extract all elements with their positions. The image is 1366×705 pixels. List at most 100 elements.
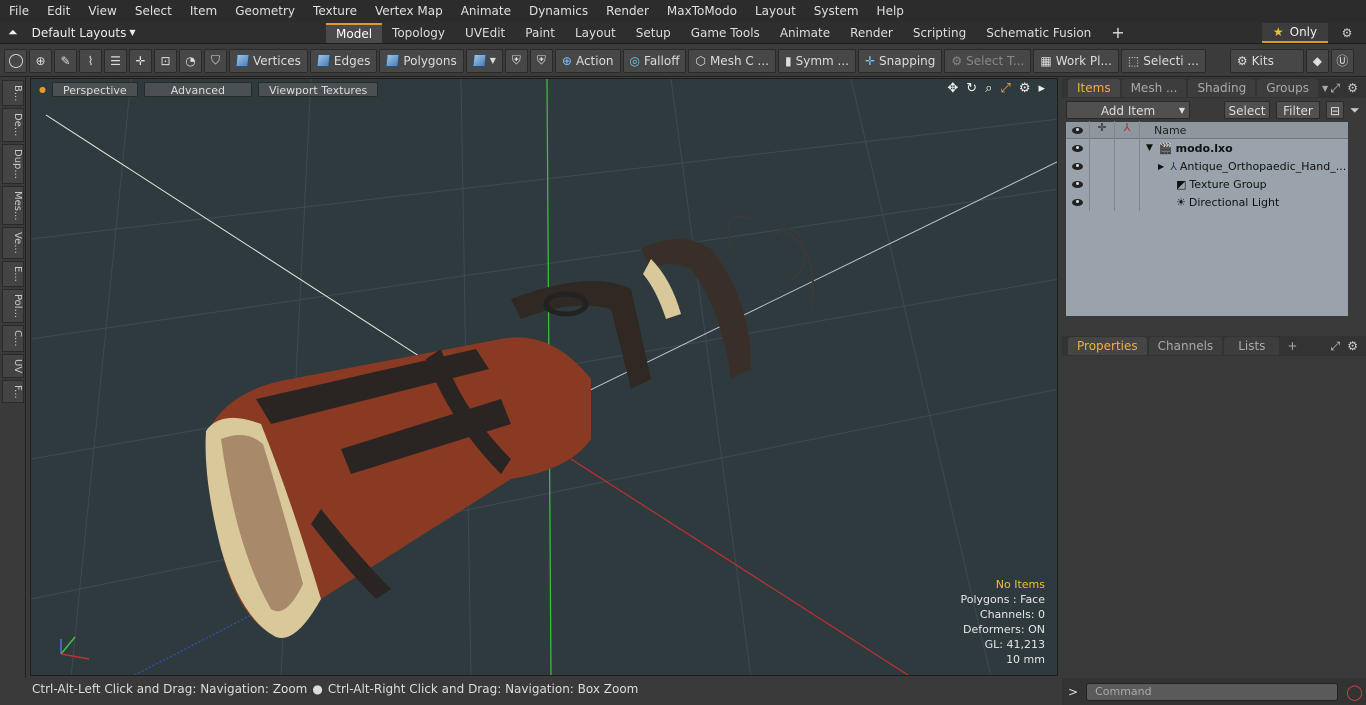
expand-arrow-icon[interactable]: ▼ xyxy=(1146,143,1153,153)
gear-icon[interactable]: ⚙ xyxy=(1347,339,1358,353)
perspective-button[interactable]: Perspective xyxy=(51,81,138,97)
eye-icon[interactable] xyxy=(1066,193,1090,211)
gear-icon[interactable]: ⚙ xyxy=(1019,81,1031,96)
tab-animate[interactable]: Animate xyxy=(770,23,840,43)
command-input[interactable]: Command xyxy=(1086,682,1339,701)
layouts-dropdown[interactable]: ⏶ Default Layouts ▼ xyxy=(0,22,326,44)
tab-render[interactable]: Render xyxy=(840,23,903,43)
record-icon[interactable]: ◯ xyxy=(1346,683,1363,701)
expand-arrow-icon[interactable]: ▶ xyxy=(1158,162,1164,171)
tab-game-tools[interactable]: Game Tools xyxy=(681,23,770,43)
select-button[interactable]: Select xyxy=(1224,101,1270,119)
add-item-button[interactable]: Add Item ▼ xyxy=(1066,101,1190,119)
unity-button[interactable]: ◆ xyxy=(1305,48,1329,73)
menu-view[interactable]: View xyxy=(79,0,125,22)
menu-render[interactable]: Render xyxy=(597,0,658,22)
menu-layout[interactable]: Layout xyxy=(746,0,805,22)
kits-button[interactable]: ⚙ Kits xyxy=(1229,48,1304,73)
left-tab-curve[interactable]: C... xyxy=(2,324,24,352)
eye-icon[interactable] xyxy=(1066,157,1090,175)
list-item[interactable]: ☀ Directional Light xyxy=(1066,193,1348,211)
left-tab-polygon[interactable]: Pol... xyxy=(2,288,24,323)
edges-button[interactable]: Edges xyxy=(309,48,378,73)
triangle-right-icon[interactable]: ▸ xyxy=(1038,81,1045,96)
tab-lists[interactable]: Lists xyxy=(1224,337,1280,355)
tab-shading[interactable]: Shading xyxy=(1188,79,1256,97)
expand-icon[interactable]: ⤢ xyxy=(1330,339,1340,354)
rotate-button[interactable]: ◔ xyxy=(179,48,202,73)
globe-button[interactable]: ⊕ xyxy=(29,48,52,73)
chevron-down-icon[interactable]: ▼ xyxy=(1322,84,1328,93)
list-item[interactable]: ▶ ⅄ Antique_Orthopaedic_Hand_... xyxy=(1066,157,1348,175)
polygons-button[interactable]: Polygons xyxy=(379,48,464,73)
symmetry-button[interactable]: ▮ Symm ... xyxy=(778,48,856,73)
tab-mesh[interactable]: Mesh ... xyxy=(1121,79,1187,97)
expand-icon[interactable]: ⤢ xyxy=(1330,81,1340,96)
menu-help[interactable]: Help xyxy=(868,0,913,22)
gear-icon[interactable]: ⚙ xyxy=(1347,81,1358,95)
tab-uvedit[interactable]: UVEdit xyxy=(455,23,515,43)
menu-geometry[interactable]: Geometry xyxy=(226,0,304,22)
symmetry-a-button[interactable]: ⛨ xyxy=(504,48,528,73)
select-through-button[interactable]: ⚙ Select T... xyxy=(944,48,1032,73)
menu-select[interactable]: Select xyxy=(126,0,181,22)
mesh-constraint-button[interactable]: ⬡ Mesh C ... xyxy=(688,48,776,73)
tab-model[interactable]: Model xyxy=(326,22,383,43)
menu-vertex-map[interactable]: Vertex Map xyxy=(366,0,452,22)
add-tab-icon[interactable]: + xyxy=(1101,23,1134,43)
left-tab-vertex[interactable]: Ve... xyxy=(2,227,24,260)
zoom-view-icon[interactable]: ⌕ xyxy=(985,81,992,96)
transform-button[interactable]: ✛ xyxy=(129,48,152,73)
tab-properties[interactable]: Properties xyxy=(1068,337,1147,355)
left-tab-deform[interactable]: De... xyxy=(2,108,24,142)
gear-icon[interactable]: ⚙ xyxy=(1334,23,1360,43)
menu-system[interactable]: System xyxy=(805,0,868,22)
action-button[interactable]: ⊕ Action xyxy=(554,48,621,73)
tab-setup[interactable]: Setup xyxy=(626,23,681,43)
snapping-button[interactable]: ✛ Snapping xyxy=(857,48,943,73)
left-tab-duplicate[interactable]: Dup... xyxy=(2,143,24,184)
tab-paint[interactable]: Paint xyxy=(515,23,565,43)
left-tab-basic[interactable]: B... xyxy=(2,80,24,107)
tab-scripting[interactable]: Scripting xyxy=(903,23,976,43)
item-mode-button[interactable]: ▼ xyxy=(465,48,503,73)
align-button[interactable]: ☰ xyxy=(104,48,127,73)
tab-layout[interactable]: Layout xyxy=(565,23,626,43)
menu-animate[interactable]: Animate xyxy=(452,0,520,22)
tab-groups[interactable]: Groups xyxy=(1257,79,1318,97)
unreal-button[interactable]: Ⓤ xyxy=(1330,48,1354,73)
maximize-icon[interactable]: ⤢ xyxy=(1000,81,1010,96)
filter-icon[interactable]: ⏷ xyxy=(1350,103,1360,118)
shield-button[interactable]: ⛉ xyxy=(204,48,227,73)
menu-edit[interactable]: Edit xyxy=(38,0,79,22)
filter-button[interactable]: Filter xyxy=(1276,101,1320,119)
3d-viewport[interactable]: ● Perspective Advanced Viewport Textures… xyxy=(30,78,1058,676)
eye-icon[interactable] xyxy=(1066,175,1090,193)
left-tab-uv[interactable]: UV xyxy=(2,353,24,378)
tab-channels[interactable]: Channels xyxy=(1148,337,1223,355)
falloff-button[interactable]: ◎ Falloff xyxy=(622,48,687,73)
collapse-button[interactable]: ⊟ xyxy=(1326,101,1344,119)
rotate-view-icon[interactable]: ↻ xyxy=(966,81,977,96)
eye-icon[interactable] xyxy=(1066,139,1090,157)
list-item[interactable]: ▼ 🎬 modo.lxo xyxy=(1066,139,1348,157)
menu-file[interactable]: File xyxy=(0,0,38,22)
selection-sets-button[interactable]: ⬚ Selecti ... xyxy=(1120,48,1206,73)
only-toggle[interactable]: ★ Only xyxy=(1262,23,1328,43)
list-item[interactable]: ◩ Texture Group xyxy=(1066,175,1348,193)
tab-topology[interactable]: Topology xyxy=(382,23,455,43)
work-plane-button[interactable]: ▦ Work Pl... xyxy=(1033,48,1119,73)
center-button[interactable]: ⊡ xyxy=(154,48,177,73)
tab-items[interactable]: Items xyxy=(1068,79,1120,97)
vertices-button[interactable]: Vertices xyxy=(229,48,308,73)
menu-maxtomodo[interactable]: MaxToModo xyxy=(658,0,746,22)
tab-schematic-fusion[interactable]: Schematic Fusion xyxy=(976,23,1101,43)
menu-item[interactable]: Item xyxy=(181,0,226,22)
left-tab-mesh[interactable]: Mes... xyxy=(2,185,24,226)
menu-dynamics[interactable]: Dynamics xyxy=(520,0,597,22)
menu-texture[interactable]: Texture xyxy=(304,0,366,22)
viewport-textures-button[interactable]: Viewport Textures xyxy=(258,81,379,97)
brush-button[interactable]: ⌇ xyxy=(79,48,102,73)
advanced-button[interactable]: Advanced xyxy=(143,81,253,97)
move-view-icon[interactable]: ✥ xyxy=(947,81,958,96)
